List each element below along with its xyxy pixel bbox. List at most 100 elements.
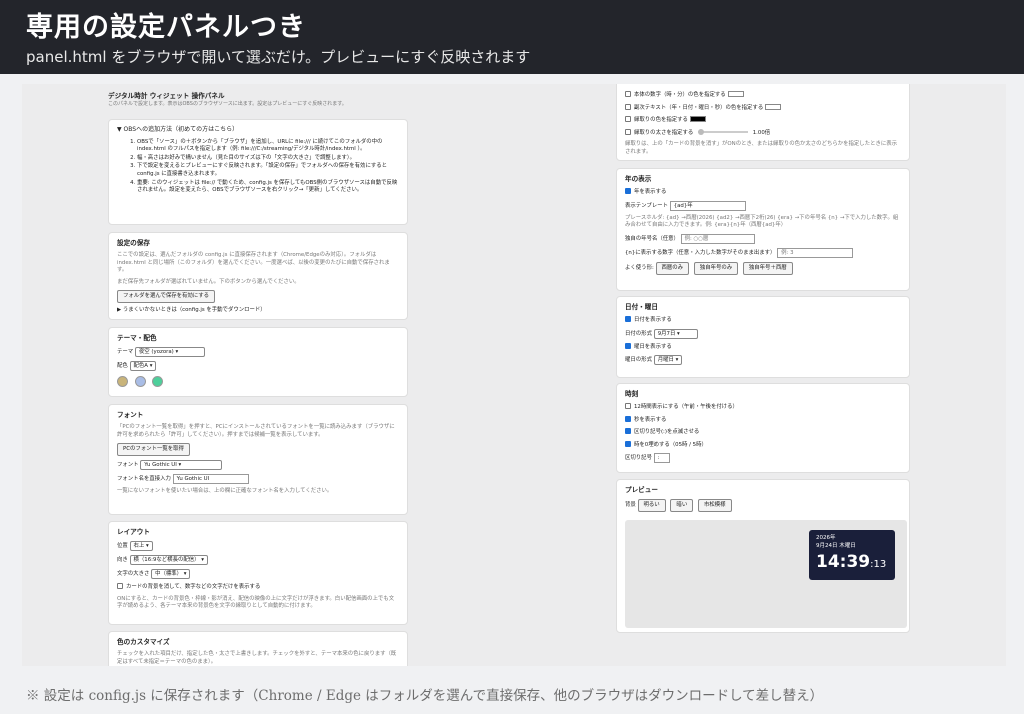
- font-title: フォント: [117, 411, 144, 419]
- year-card: 年の表示 年を表示する 表示テンプレート {ad}年 プレースホルダ: {ad}…: [616, 168, 910, 291]
- font-label: フォント: [117, 462, 139, 469]
- theme-label: テーマ: [117, 349, 134, 355]
- panel-header: デジタル時計 ウィジェット 操作パネル このパネルで設定します。表示はOBSのブ…: [108, 92, 408, 108]
- layout-title: レイアウト: [117, 528, 150, 536]
- howto-step: 重要: このウィジェットは file:// で動くため、config.js を保…: [137, 180, 399, 195]
- color-custom-title: 色のカスタマイズ: [117, 638, 170, 646]
- theme-select[interactable]: 夜空 (yozora) ▾: [134, 347, 205, 357]
- scheme-select[interactable]: 配色A ▾: [129, 361, 157, 371]
- swatch-row: [117, 376, 399, 391]
- weekday-format-select[interactable]: 月曜日 ▾: [653, 355, 683, 366]
- bg-light-button[interactable]: 明るい: [637, 499, 666, 512]
- separator-label: 区切り記号: [625, 455, 652, 462]
- theme-select-value: 夜空 (yozora): [138, 349, 174, 355]
- howto-summary[interactable]: ▼ OBSへの追加方法（初めての方はこちら）: [117, 126, 399, 134]
- howto-step: OBSで「ソース」の＋ボタンから「ブラウザ」を追加し、URLに file:///…: [137, 139, 399, 154]
- weekday-format-label: 曜日の形式: [625, 357, 652, 364]
- sub-color-label: 副次テキスト（年・日付・曜日・秒）の色を指定する: [634, 104, 764, 111]
- main-color-picker[interactable]: [727, 91, 744, 97]
- quick-label: よく使う形:: [625, 264, 654, 271]
- color-custom-options-card: 本体の数字（時・分）の色を指定する 副次テキスト（年・日付・曜日・秒）の色を指定…: [616, 84, 910, 161]
- show-weekday-checkbox[interactable]: [625, 342, 631, 349]
- outline-width-slider[interactable]: [698, 128, 749, 135]
- size-select[interactable]: 中（標準） ▾: [151, 569, 191, 579]
- quick-era-ad-button[interactable]: 独自年号＋西暦: [742, 261, 793, 275]
- howto-steps: OBSで「ソース」の＋ボタンから「ブラウザ」を追加し、URLに file:///…: [117, 139, 399, 195]
- outline-width-value: 1.00倍: [752, 129, 771, 136]
- preview-area: 2026年 9月24日 木曜日 14:39:13: [625, 520, 907, 628]
- scheme-label: 配色: [117, 363, 128, 369]
- outline-width-label: 縁取りの太さを指定する: [634, 129, 694, 136]
- layout-card: レイアウト 位置 右上 ▾ 向き 横（16:9など横長の配信） ▾ 文字の大きさ…: [108, 521, 408, 625]
- h12-checkbox[interactable]: [625, 403, 631, 409]
- zero-pad-label: 時を0埋めする（05時 / 5時）: [634, 441, 707, 448]
- swatch-color-3[interactable]: [152, 376, 164, 387]
- position-select[interactable]: 右上 ▾: [129, 541, 153, 551]
- sub-color-checkbox[interactable]: [625, 103, 631, 110]
- clock-widget: 2026年 9月24日 木曜日 14:39:13: [809, 530, 895, 580]
- size-select-value: 中（標準）: [155, 571, 183, 577]
- show-seconds-checkbox[interactable]: [625, 415, 631, 422]
- save-desc: ここでの設定は、選んだフォルダの config.js に直接保存されます（Chr…: [117, 252, 390, 274]
- clock-time: 14:39:13: [816, 552, 888, 575]
- layout-note: ONにすると、カードの背景色・枠線・影が消え、配信の映像の上に文字だけが浮きます…: [117, 595, 395, 610]
- clock-date: 9月24日 木曜日: [816, 543, 856, 549]
- n-input[interactable]: 例: 3: [777, 247, 854, 258]
- howto-card: ▼ OBSへの追加方法（初めての方はこちら） OBSで「ソース」の＋ボタンから「…: [108, 119, 408, 225]
- show-date-label: 日付を表示する: [634, 317, 672, 323]
- howto-step: 下で設定を変えるとプレビューにすぐ反映されます。「設定の保存」でフォルダへの保存…: [137, 163, 399, 178]
- quick-era-button[interactable]: 独自年号のみ: [693, 261, 739, 275]
- show-year-checkbox[interactable]: [625, 188, 631, 194]
- manual-download-toggle[interactable]: ▶ うまくいかないときは（config.js を手動でダウンロード）: [117, 307, 399, 315]
- get-fonts-button[interactable]: PCのフォント一覧を取得: [117, 443, 190, 457]
- date-format-label: 日付の形式: [625, 330, 652, 337]
- placeholder-desc: プレースホルダ: {ad} →西暦(2026) {ad2} →西暦下2桁(26)…: [625, 214, 899, 229]
- outline-width-checkbox[interactable]: [625, 128, 631, 135]
- template-label: 表示テンプレート: [625, 202, 668, 209]
- swatch-color-2[interactable]: [134, 376, 146, 387]
- font-select-value: Yu Gothic UI: [144, 462, 177, 469]
- show-date-checkbox[interactable]: [625, 316, 631, 322]
- outline-color-label: 縁取りの色を指定する: [634, 117, 688, 124]
- clock-hour-minute: 14:39: [816, 552, 871, 572]
- outline-color-checkbox[interactable]: [625, 116, 631, 123]
- main-color-checkbox[interactable]: [625, 91, 631, 97]
- date-format-select[interactable]: 9月7日 ▾: [653, 328, 698, 339]
- outline-color-picker[interactable]: [689, 116, 706, 123]
- font-direct-label: フォント名を直接入力: [117, 476, 171, 483]
- footer-note: ※ 設定は config.js に保存されます（Chrome / Edge はフ…: [26, 688, 824, 704]
- show-year-label: 年を表示する: [634, 189, 667, 195]
- font-select[interactable]: Yu Gothic UI ▾: [140, 460, 223, 471]
- preview-card: プレビュー 背景 明るい 暗い 市松模様 2026年 9月24日 木曜日 14:…: [616, 479, 910, 633]
- screenshot-frame: デジタル時計 ウィジェット 操作パネル このパネルで設定します。表示はOBSのブ…: [22, 84, 1006, 666]
- direction-select[interactable]: 横（16:9など横長の配信） ▾: [129, 555, 208, 565]
- bg-dark-button[interactable]: 暗い: [670, 499, 694, 512]
- select-folder-button[interactable]: フォルダを選んで保存を有効にする: [117, 290, 216, 304]
- clock-seconds: :13: [870, 559, 887, 570]
- era-input[interactable]: 例: ○○暦: [680, 233, 755, 244]
- swatch-color-1[interactable]: [117, 376, 128, 387]
- date-format-value: 9月7日: [657, 330, 676, 337]
- show-weekday-label: 曜日を表示する: [634, 343, 672, 350]
- hide-background-checkbox[interactable]: [117, 583, 123, 589]
- howto-step: 幅・高さはお好みで構いません（見た目のサイズは下の「文字の大きさ」で調整します）…: [137, 155, 399, 163]
- banner-subtitle: panel.html をブラウザで開いて選ぶだけ。プレビューにすぐ反映されます: [26, 48, 531, 66]
- font-name-input[interactable]: Yu Gothic UI: [172, 474, 249, 485]
- font-desc: 「PCのフォント一覧を取得」を押すと、PCにインストールされているフォントを一覧…: [117, 424, 395, 438]
- blink-checkbox[interactable]: [625, 428, 631, 435]
- zero-pad-checkbox[interactable]: [625, 440, 631, 447]
- time-card: 時刻 12時間表示にする（午前・午後を付ける） 秒を表示する 区切り記号(:)を…: [616, 383, 910, 473]
- quick-ad-button[interactable]: 西暦のみ: [655, 261, 690, 275]
- time-title: 時刻: [625, 390, 639, 398]
- direction-label: 向き: [117, 557, 128, 563]
- sub-color-picker[interactable]: [765, 103, 782, 110]
- separator-input[interactable]: :: [653, 453, 670, 464]
- template-input[interactable]: {ad}年: [669, 200, 746, 211]
- date-title: 日付・曜日: [625, 303, 658, 311]
- save-title: 設定の保存: [117, 239, 150, 247]
- font-note: 一覧にないフォントを使いたい場合は、上の欄に正確なフォント名を入力してください。: [117, 488, 333, 495]
- banner: 専用の設定パネルつき panel.html をブラウザで開いて選ぶだけ。プレビュ…: [0, 0, 1024, 74]
- preview-title: プレビュー: [625, 486, 658, 494]
- slider-handle[interactable]: [698, 128, 705, 135]
- bg-checker-button[interactable]: 市松模様: [697, 499, 732, 512]
